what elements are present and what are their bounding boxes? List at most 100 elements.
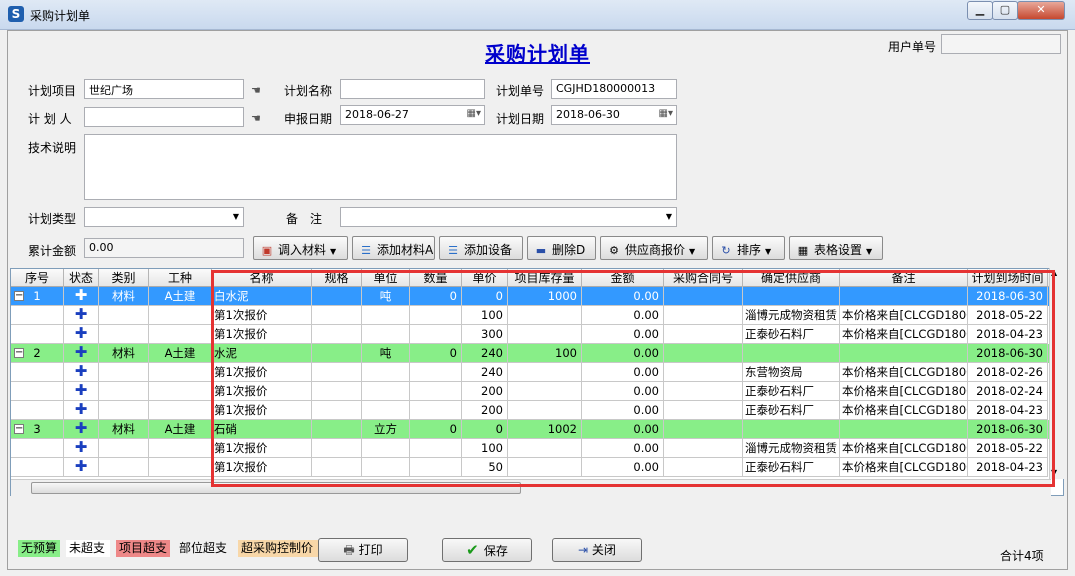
plus-icon[interactable]: ✚ xyxy=(75,287,88,304)
status-cell[interactable]: ✚ xyxy=(64,363,99,382)
remark-select[interactable]: ▼ xyxy=(340,207,677,227)
plan-date-field[interactable]: 2018-06-30 ▦▾ xyxy=(551,105,677,125)
work-cell[interactable] xyxy=(149,458,212,477)
seq-cell[interactable] xyxy=(11,363,64,382)
work-cell[interactable]: A土建 xyxy=(149,420,212,439)
save-button[interactable]: ✔ 保存 xyxy=(442,538,532,562)
plus-icon[interactable]: ✚ xyxy=(75,363,88,380)
type-select[interactable]: ▼ xyxy=(84,207,244,227)
cat-cell[interactable] xyxy=(99,306,149,325)
import-material-button[interactable]: ▣ 调入材料 ▼ xyxy=(253,236,348,260)
column-header[interactable]: 序号 xyxy=(11,269,64,287)
plan-name-field[interactable] xyxy=(340,79,485,99)
tech-textarea[interactable] xyxy=(84,134,677,200)
calendar-dropdown-icon[interactable]: ▦▾ xyxy=(467,108,481,119)
column-header[interactable]: 工种 xyxy=(149,269,212,287)
legend-item: 无预算 xyxy=(18,540,60,557)
close-window-button[interactable]: ✕ xyxy=(1017,1,1065,20)
status-cell[interactable]: ✚ xyxy=(64,420,99,439)
seq-cell[interactable] xyxy=(11,382,64,401)
status-cell[interactable]: ✚ xyxy=(64,287,99,306)
grid-settings-button[interactable]: ▦ 表格设置 ▼ xyxy=(789,236,883,260)
planner-picker-icon[interactable]: ☚ xyxy=(251,113,267,125)
plus-icon[interactable]: ✚ xyxy=(75,306,88,323)
status-cell[interactable]: ✚ xyxy=(64,401,99,420)
print-button[interactable]: 🖶 打印 xyxy=(318,538,408,562)
tech-label: 技术说明 xyxy=(28,141,77,155)
seq-cell[interactable] xyxy=(11,325,64,344)
sort-button[interactable]: ↻ 排序 ▼ xyxy=(712,236,785,260)
cat-cell[interactable]: 材料 xyxy=(99,287,149,306)
seq-cell[interactable]: −1 xyxy=(11,287,64,306)
report-date-field[interactable]: 2018-06-27 ▦▾ xyxy=(340,105,485,125)
plus-icon[interactable]: ✚ xyxy=(75,439,88,456)
work-cell[interactable] xyxy=(149,439,212,458)
work-cell[interactable] xyxy=(149,325,212,344)
supplier-quote-button[interactable]: ⚙ 供应商报价 ▼ xyxy=(600,236,708,260)
plus-icon[interactable]: ✚ xyxy=(75,382,88,399)
collapse-icon[interactable]: − xyxy=(14,348,24,358)
print-label: 打印 xyxy=(358,543,383,557)
work-cell[interactable] xyxy=(149,382,212,401)
plus-icon[interactable]: ✚ xyxy=(75,458,88,475)
add-material-label: 添加材料A xyxy=(377,243,434,257)
user-no-field[interactable] xyxy=(941,34,1061,54)
status-cell[interactable]: ✚ xyxy=(64,344,99,363)
work-cell[interactable]: A土建 xyxy=(149,287,212,306)
plan-no-field[interactable]: CGJHD180000013 xyxy=(551,79,677,99)
collapse-icon[interactable]: − xyxy=(14,291,24,301)
cat-cell[interactable] xyxy=(99,458,149,477)
cat-cell[interactable] xyxy=(99,439,149,458)
work-cell[interactable] xyxy=(149,306,212,325)
plus-icon[interactable]: ✚ xyxy=(75,325,88,342)
cat-cell[interactable] xyxy=(99,401,149,420)
add-material-button[interactable]: ☰ 添加材料A xyxy=(352,236,435,260)
work-cell[interactable]: A土建 xyxy=(149,344,212,363)
seq-cell[interactable]: −2 xyxy=(11,344,64,363)
status-cell[interactable]: ✚ xyxy=(64,458,99,477)
seq-cell[interactable] xyxy=(11,306,64,325)
legend-item: 未超支 xyxy=(66,540,110,557)
cat-cell[interactable] xyxy=(99,325,149,344)
cat-cell[interactable]: 材料 xyxy=(99,420,149,439)
plus-icon[interactable]: ✚ xyxy=(75,344,88,361)
cat-cell[interactable] xyxy=(99,382,149,401)
add-list-icon: ☰ xyxy=(448,244,458,257)
maximize-button[interactable]: ▢ xyxy=(992,1,1018,20)
status-cell[interactable]: ✚ xyxy=(64,382,99,401)
remark-label: 备 注 xyxy=(286,212,323,226)
total-amount-label: 累计金额 xyxy=(28,244,77,258)
work-cell[interactable] xyxy=(149,401,212,420)
type-label: 计划类型 xyxy=(28,212,77,226)
total-amount-field: 0.00 xyxy=(84,238,244,258)
add-equipment-button[interactable]: ☰ 添加设备 xyxy=(439,236,523,260)
plan-date-value: 2018-06-30 xyxy=(556,108,620,121)
app-icon: S xyxy=(8,6,24,22)
printer-icon: 🖶 xyxy=(343,543,359,557)
plus-icon[interactable]: ✚ xyxy=(75,401,88,418)
close-button[interactable]: ⇥ 关闭 xyxy=(552,538,642,562)
planner-field[interactable] xyxy=(84,107,244,127)
seq-cell[interactable] xyxy=(11,401,64,420)
delete-button[interactable]: ▬ 删除D xyxy=(527,236,596,260)
cat-cell[interactable] xyxy=(99,363,149,382)
add-equipment-label: 添加设备 xyxy=(464,243,513,257)
seq-cell[interactable] xyxy=(11,458,64,477)
status-cell[interactable]: ✚ xyxy=(64,439,99,458)
cat-cell[interactable]: 材料 xyxy=(99,344,149,363)
work-cell[interactable] xyxy=(149,363,212,382)
calendar-dropdown-icon[interactable]: ▦▾ xyxy=(659,108,673,119)
seq-cell[interactable]: −3 xyxy=(11,420,64,439)
column-header[interactable]: 类别 xyxy=(99,269,149,287)
collapse-icon[interactable]: − xyxy=(14,424,24,434)
window-title: 采购计划单 xyxy=(30,9,91,23)
status-cell[interactable]: ✚ xyxy=(64,306,99,325)
column-header[interactable]: 状态 xyxy=(64,269,99,287)
plus-icon[interactable]: ✚ xyxy=(75,420,88,437)
minimize-button[interactable]: ▁ xyxy=(967,1,993,20)
seq-cell[interactable] xyxy=(11,439,64,458)
chevron-down-icon: ▼ xyxy=(232,212,239,221)
status-cell[interactable]: ✚ xyxy=(64,325,99,344)
project-picker-icon[interactable]: ☚ xyxy=(251,85,267,97)
project-field[interactable]: 世纪广场 xyxy=(84,79,244,99)
